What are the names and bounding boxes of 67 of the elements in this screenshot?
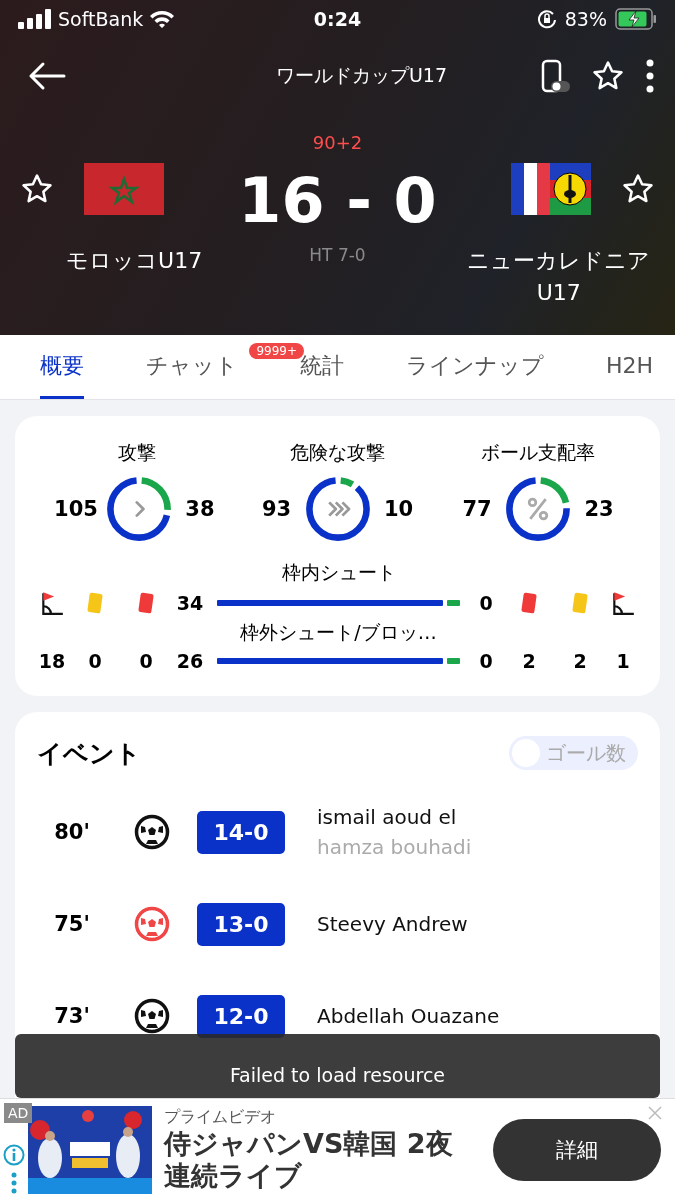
event-score: 14-0 <box>197 810 285 854</box>
stat-value: 10 <box>382 497 415 521</box>
player-name: Abdellah Ouazane <box>317 1004 501 1028</box>
wifi-icon <box>149 9 176 29</box>
stat-value: 2 <box>572 650 588 672</box>
stat-value: 2 <box>521 650 537 672</box>
stat-value: 93 <box>260 497 293 521</box>
flag-icon <box>510 163 591 215</box>
competition-title: ワールドカップU17 <box>275 64 448 86</box>
tab[interactable]: H2H <box>606 335 654 399</box>
stat-value: 0 <box>478 592 494 614</box>
stat-value: 0 <box>138 650 154 672</box>
tab[interactable]: 概要 <box>40 335 84 399</box>
ball-icon <box>134 906 170 942</box>
stat-label: 危険な攻撃 <box>290 440 385 465</box>
error-toast: Failed to load resource <box>15 1034 660 1098</box>
donut-chart <box>304 476 371 542</box>
ball-icon <box>134 814 170 850</box>
ad-banner[interactable]: AD プライムビデオ 侍ジャパンVS韓国 2夜連続ライブ 詳細 <box>0 1098 675 1200</box>
stat-value: 77 <box>461 497 493 521</box>
event-minute: 73' <box>53 1004 91 1028</box>
stat-value: 26 <box>175 650 205 672</box>
stat-label: ボール支配率 <box>481 440 595 465</box>
event-minute: 80' <box>53 820 91 844</box>
more-icon[interactable] <box>645 59 655 93</box>
ad-label: AD <box>4 1103 33 1123</box>
battery-percent: 83% <box>564 8 607 30</box>
player-name: ismail aoud el <box>317 805 458 829</box>
corner-flag-icon <box>39 590 65 616</box>
stat-label: 枠外シュート/ブロッ… <box>239 620 438 645</box>
event-score: 13-0 <box>197 902 285 946</box>
stat-label: 枠内シュート <box>280 560 397 585</box>
tab[interactable]: ラインナップ <box>406 335 544 399</box>
advertiser-name: プライムビデオ <box>164 1107 277 1128</box>
stat-value: 0 <box>478 650 494 672</box>
team-name: モロッコU17 <box>65 247 204 275</box>
team-name: ニューカレドニア U17 <box>466 247 652 307</box>
stat-value: 1 <box>615 650 631 672</box>
count-badge: 9999+ <box>249 343 304 359</box>
stat-value: 38 <box>184 497 216 521</box>
signal-icon <box>18 9 52 29</box>
section-title: イベント <box>37 737 141 770</box>
stat-value: 23 <box>583 497 615 521</box>
stat-value: 0 <box>87 650 103 672</box>
carrier-name: SoftBank <box>58 8 144 30</box>
donut-chart <box>505 476 571 542</box>
back-arrow-icon[interactable] <box>28 61 66 91</box>
battery-icon <box>615 8 657 30</box>
info-icon[interactable] <box>3 1144 25 1166</box>
stat-value: 34 <box>175 592 205 614</box>
event-minute: 75' <box>53 912 91 936</box>
corner-flag-icon <box>610 590 636 616</box>
stat-value: 105 <box>54 497 98 521</box>
halftime-score: HT 7-0 <box>309 245 366 265</box>
donut-chart <box>105 476 172 542</box>
rotation-lock-icon <box>536 9 557 29</box>
clock-time: 0:24 <box>313 8 362 30</box>
flag-icon <box>84 163 165 215</box>
ball-icon <box>134 998 170 1034</box>
match-score: 16 - 0 <box>238 163 437 239</box>
match-minute: 90+2 <box>312 132 363 153</box>
details-button[interactable]: 詳細 <box>493 1118 661 1181</box>
stat-value: 18 <box>37 650 67 672</box>
assist-name: hamza bouhadi <box>317 835 473 859</box>
player-name: Steevy Andrew <box>317 912 469 936</box>
ad-headline: 侍ジャパンVS韓国 2夜連続ライブ <box>164 1128 454 1192</box>
stat-label: 攻撃 <box>118 440 156 465</box>
